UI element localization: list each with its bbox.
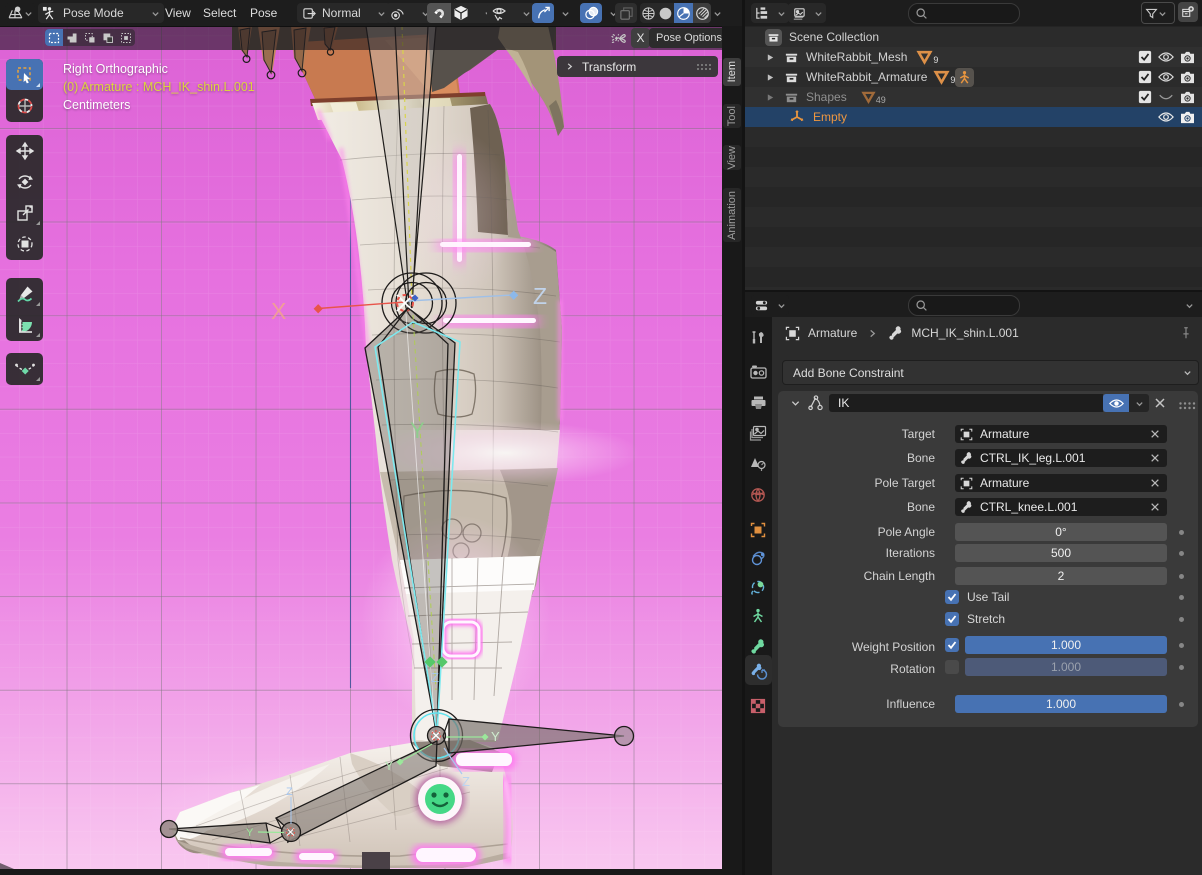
svg-text:Z: Z <box>462 774 470 789</box>
svg-text:X: X <box>271 298 286 324</box>
svg-text:Y: Y <box>385 759 393 773</box>
svg-text:Y: Y <box>410 418 425 443</box>
svg-text:Y: Y <box>491 729 500 744</box>
svg-text:Z: Z <box>431 670 439 685</box>
svg-text:Y: Y <box>246 827 254 839</box>
svg-text:Z: Z <box>286 786 293 798</box>
svg-text:Z: Z <box>533 283 547 309</box>
